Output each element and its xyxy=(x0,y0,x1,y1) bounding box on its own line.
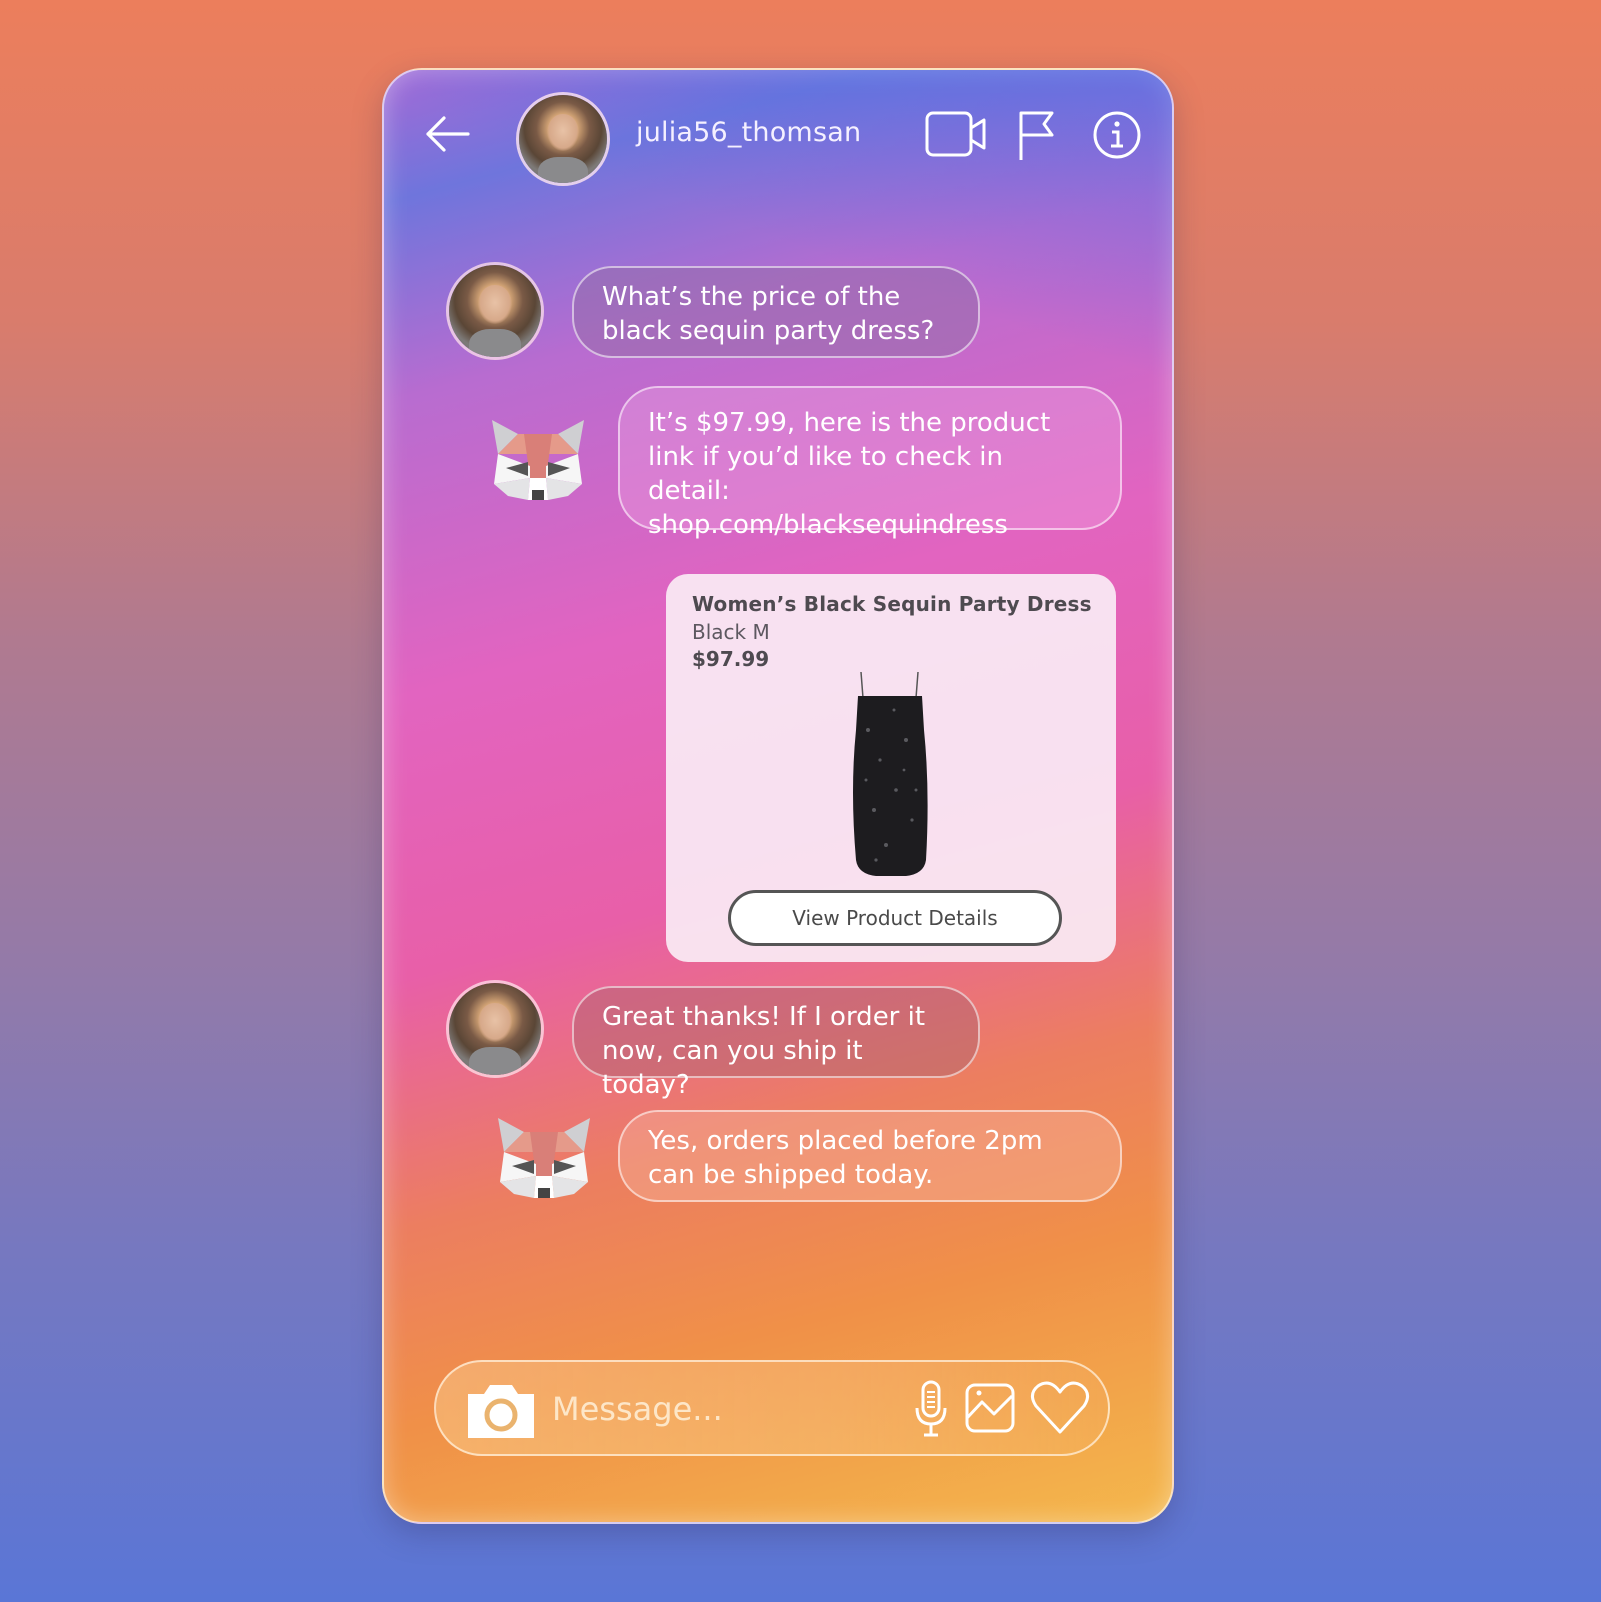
raccoon-bot-avatar xyxy=(488,414,588,506)
flag-icon xyxy=(1019,111,1054,160)
video-call-button[interactable] xyxy=(924,110,988,158)
raccoon-bot-avatar xyxy=(494,1112,594,1204)
user-avatar[interactable] xyxy=(446,262,544,360)
video-camera-icon xyxy=(925,111,986,157)
info-icon xyxy=(1093,111,1141,159)
info-button[interactable] xyxy=(1092,110,1142,160)
message-composer xyxy=(434,1360,1110,1456)
message-bubble-user: Great thanks! If I order it now, can you… xyxy=(572,986,980,1100)
user-avatar[interactable] xyxy=(446,980,544,1078)
image-icon xyxy=(965,1383,1015,1433)
gallery-button[interactable] xyxy=(964,1382,1016,1434)
message-input[interactable] xyxy=(552,1384,892,1434)
heart-icon xyxy=(1031,1381,1089,1434)
product-image xyxy=(846,670,936,880)
product-title: Women’s Black Sequin Party Dress xyxy=(692,592,1092,616)
product-price: $97.99 xyxy=(692,647,770,671)
chat-header: julia56_thomsan xyxy=(384,70,1172,220)
like-button[interactable] xyxy=(1030,1380,1090,1436)
user-photo xyxy=(449,983,541,1075)
contact-photo xyxy=(519,95,607,183)
product-card[interactable]: Women’s Black Sequin Party Dress Black M… xyxy=(666,574,1116,962)
message-bubble-user: What’s the price of the black sequin par… xyxy=(572,266,980,358)
camera-button[interactable] xyxy=(466,1382,536,1440)
user-photo xyxy=(449,265,541,357)
microphone-icon xyxy=(915,1380,947,1437)
raccoon-icon xyxy=(492,420,584,500)
view-product-details-button[interactable]: View Product Details xyxy=(728,890,1062,946)
report-button[interactable] xyxy=(1016,110,1058,162)
dress-image-icon xyxy=(853,671,928,876)
contact-username[interactable]: julia56_thomsan xyxy=(636,117,861,148)
back-button[interactable] xyxy=(422,114,472,154)
message-bubble-bot: Yes, orders placed before 2pm can be shi… xyxy=(618,1110,1122,1202)
raccoon-icon xyxy=(498,1118,590,1198)
arrow-left-icon xyxy=(426,116,470,152)
contact-avatar[interactable] xyxy=(516,92,610,186)
message-bubble-bot: It’s $97.99, here is the product link if… xyxy=(618,386,1122,540)
voice-message-button[interactable] xyxy=(914,1380,948,1438)
chat-screen: julia56_thomsan What’s the price of the … xyxy=(382,68,1174,1524)
product-variant: Black M xyxy=(692,620,770,644)
camera-icon xyxy=(468,1385,534,1438)
